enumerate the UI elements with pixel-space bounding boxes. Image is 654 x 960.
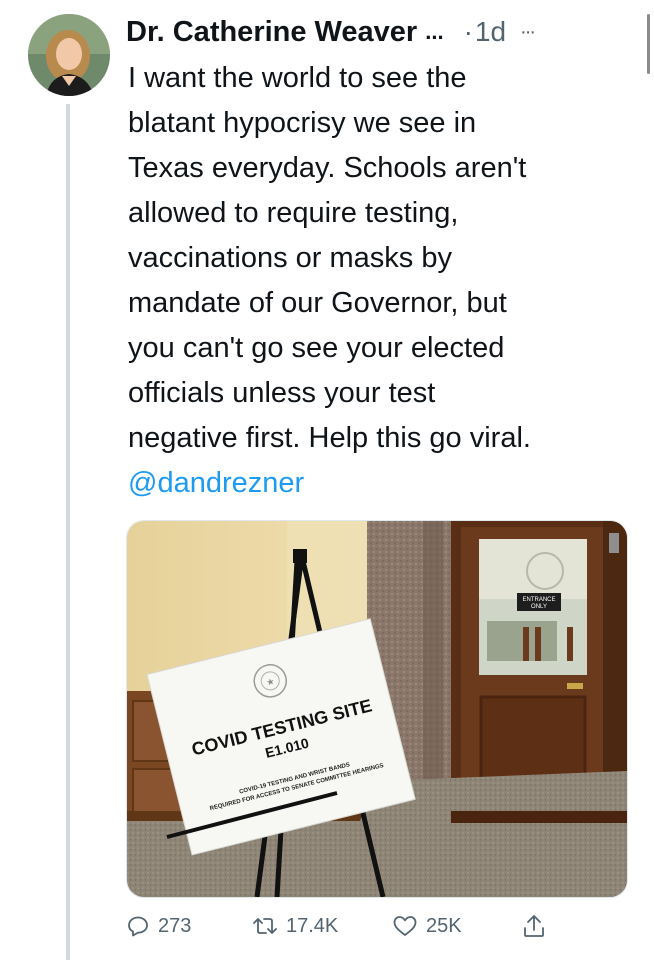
reply-button[interactable]: 273	[126, 914, 252, 938]
retweet-count: 17.4K	[286, 914, 339, 937]
photo-scene: ENTRANCE ONLY ★ COVID TESTING SITE E1.01…	[127, 521, 627, 897]
tweet-text-line: Texas everyday. Schools aren't	[128, 152, 527, 184]
more-icon[interactable]: ···	[520, 21, 536, 44]
tweet-text-line: vaccinations or masks by	[128, 242, 452, 274]
share-icon	[524, 915, 544, 937]
avatar[interactable]	[28, 14, 110, 96]
tweet-text-line: I want the world to see the	[128, 62, 467, 94]
scrollbar[interactable]	[647, 14, 650, 74]
tweet-header: Dr. Catherine Weaver ... · 1d ···	[126, 12, 626, 52]
door-sign-line2: ONLY	[531, 604, 547, 610]
door-sign-line1: ENTRANCE	[522, 597, 555, 603]
tweet-text-line: you can't go see your elected	[128, 332, 505, 364]
tweet-text: I want the world to see the blatant hypo…	[128, 56, 628, 506]
action-bar: 273 17.4K 25K	[126, 906, 626, 946]
tweet-text-line: mandate of our Governor, but	[128, 287, 507, 319]
tweet-text-line: blatant hypocrisy we see in	[128, 107, 477, 139]
like-button[interactable]: 25K	[392, 914, 522, 938]
avatar-image	[28, 14, 110, 96]
tweet-photo[interactable]: ENTRANCE ONLY ★ COVID TESTING SITE E1.01…	[126, 520, 628, 898]
reply-icon	[128, 916, 148, 937]
tweet-text-line: allowed to require testing,	[128, 197, 459, 229]
separator-dot: ·	[463, 16, 473, 47]
retweet-icon	[253, 918, 277, 934]
reply-count: 273	[158, 914, 192, 937]
mention-link[interactable]: @dandrezner	[128, 461, 628, 506]
name-truncation: ...	[425, 19, 444, 44]
retweet-button[interactable]: 17.4K	[252, 914, 392, 938]
thread-line	[66, 104, 70, 960]
tweet-timestamp[interactable]: 1d	[475, 16, 506, 48]
tweet-text-line: negative first. Help this go viral.	[128, 422, 531, 454]
author-name[interactable]: Dr. Catherine Weaver	[126, 16, 417, 49]
tweet-text-line: officials unless your test	[128, 377, 436, 409]
share-button[interactable]	[522, 913, 546, 939]
like-count: 25K	[426, 914, 462, 937]
heart-icon	[393, 916, 417, 936]
